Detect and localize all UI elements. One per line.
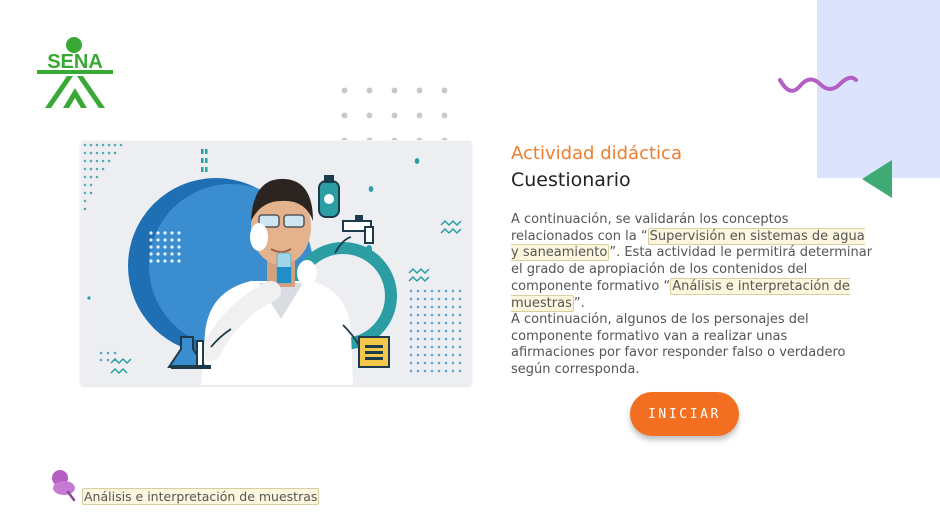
activity-label: Actividad didáctica: [511, 143, 682, 164]
page-title: Cuestionario: [511, 169, 631, 191]
green-triangle-decoration: [862, 160, 892, 198]
scientist-illustration: [81, 141, 471, 385]
folder-icon: [358, 336, 390, 368]
intro-text-3: ”.: [573, 295, 585, 311]
instructions-paragraph: A continuación, algunos de los personaje…: [511, 312, 846, 378]
purple-wave-decoration: [776, 70, 858, 100]
start-button[interactable]: INICIAR: [630, 392, 739, 436]
pushpin-icon: [48, 468, 76, 502]
sena-logo: SENA: [35, 36, 115, 111]
intro-paragraph: A continuación, se validarán los concept…: [511, 212, 873, 312]
gas-cylinder-icon: [318, 175, 340, 218]
dot-grid-decoration: [332, 78, 452, 140]
logo-text: SENA: [47, 51, 103, 73]
footer-link-analisis[interactable]: Análisis e interpretación de muestras: [82, 488, 320, 505]
